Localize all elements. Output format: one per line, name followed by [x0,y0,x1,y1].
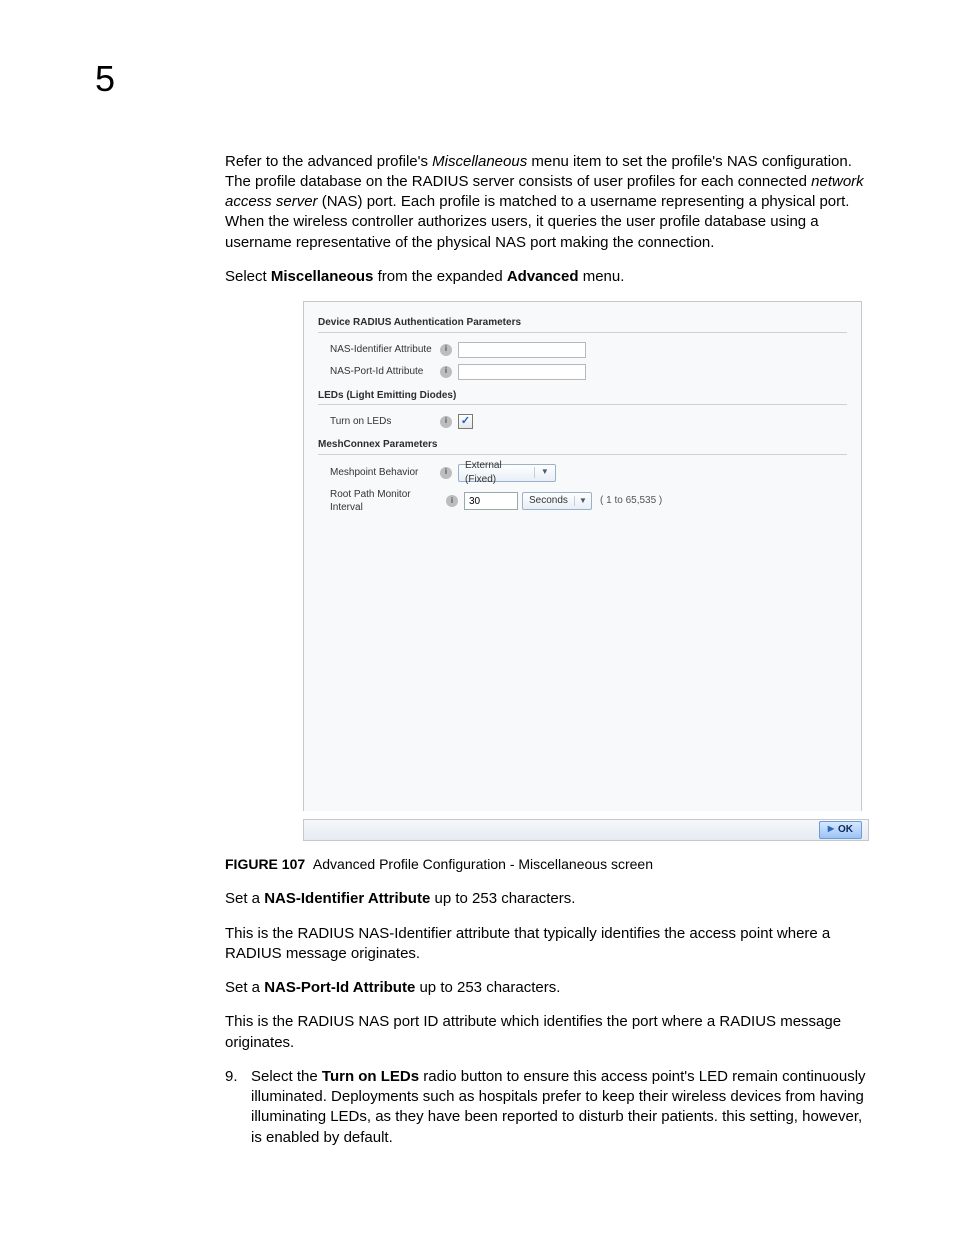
info-icon[interactable]: i [446,495,458,507]
nas-identifier-input[interactable] [458,342,586,358]
em-miscellaneous: Miscellaneous [432,153,527,170]
row-meshpoint-behavior: Meshpoint Behavior i External (Fixed) ▼ [318,461,847,485]
chapter-number: 5 [95,55,869,104]
meshpoint-behavior-dropdown[interactable]: External (Fixed) ▼ [458,464,556,482]
bold-turn-on-leds: Turn on LEDs [322,1068,419,1085]
root-path-range: ( 1 to 65,535 ) [600,494,662,508]
select-line: Select Miscellaneous from the expanded A… [225,267,869,287]
text: up to 253 characters. [415,979,560,996]
turn-on-leds-checkbox[interactable]: ✓ [458,414,473,429]
button-bar: ▶ OK [303,819,869,841]
text: up to 253 characters. [430,890,575,907]
info-icon[interactable]: i [440,366,452,378]
label-turn-on-leds: Turn on LEDs [330,415,440,429]
chevron-down-icon: ▼ [574,496,587,507]
chevron-down-icon: ▼ [534,467,551,478]
text: Refer to the advanced profile's [225,153,432,170]
check-icon: ✓ [461,416,470,427]
label-nas-identifier: NAS-Identifier Attribute [330,343,440,357]
section-leds: LEDs (Light Emitting Diodes) [318,389,847,406]
nas-port-set: Set a NAS-Port-Id Attribute up to 253 ch… [225,978,869,998]
step-number: 9. [225,1067,251,1148]
text: Set a [225,890,264,907]
row-root-path-monitor: Root Path Monitor Interval i Seconds ▼ (… [318,485,847,518]
step-text: Select the Turn on LEDs radio button to … [251,1067,869,1148]
nas-identifier-set: Set a NAS-Identifier Attribute up to 253… [225,889,869,909]
intro-paragraph: Refer to the advanced profile's Miscella… [225,152,869,253]
dropdown-selected: Seconds [529,494,568,508]
bold-nas-identifier: NAS-Identifier Attribute [264,890,430,907]
nas-identifier-desc: This is the RADIUS NAS-Identifier attrib… [225,924,869,965]
bold-advanced: Advanced [507,268,579,285]
info-icon[interactable]: i [440,344,452,356]
figure-label: FIGURE 107 [225,856,305,872]
nas-port-id-input[interactable] [458,364,586,380]
ok-button[interactable]: ▶ OK [819,821,862,839]
row-nas-identifier: NAS-Identifier Attribute i [318,339,847,361]
root-path-value-input[interactable] [464,492,518,510]
text: from the expanded [373,268,506,285]
label-meshpoint-behavior: Meshpoint Behavior [330,466,440,480]
text: (NAS) port. Each profile is matched to a… [225,193,849,251]
nas-port-desc: This is the RADIUS NAS port ID attribute… [225,1012,869,1053]
label-root-path-monitor: Root Path Monitor Interval [330,488,446,515]
bold-miscellaneous: Miscellaneous [271,268,374,285]
row-nas-port-id: NAS-Port-Id Attribute i [318,361,847,383]
label-nas-port-id: NAS-Port-Id Attribute [330,365,440,379]
config-panel: Device RADIUS Authentication Parameters … [303,301,862,811]
text: Select the [251,1068,322,1085]
dropdown-selected: External (Fixed) [465,459,528,486]
ok-button-label: OK [838,823,853,837]
text: menu. [579,268,625,285]
root-path-unit-dropdown[interactable]: Seconds ▼ [522,492,592,510]
step-9: 9. Select the Turn on LEDs radio button … [225,1067,869,1148]
info-icon[interactable]: i [440,467,452,479]
play-icon: ▶ [828,824,834,835]
info-icon[interactable]: i [440,416,452,428]
section-radius-auth: Device RADIUS Authentication Parameters [318,316,847,333]
text: Select [225,268,271,285]
section-meshconnex: MeshConnex Parameters [318,438,847,455]
figure-caption: FIGURE 107 Advanced Profile Configuratio… [225,855,869,874]
screenshot-container: Device RADIUS Authentication Parameters … [303,301,869,811]
row-turn-on-leds: Turn on LEDs i ✓ [318,411,847,432]
bold-nas-port-id: NAS-Port-Id Attribute [264,979,415,996]
text: Set a [225,979,264,996]
figure-text: Advanced Profile Configuration - Miscell… [313,856,653,872]
